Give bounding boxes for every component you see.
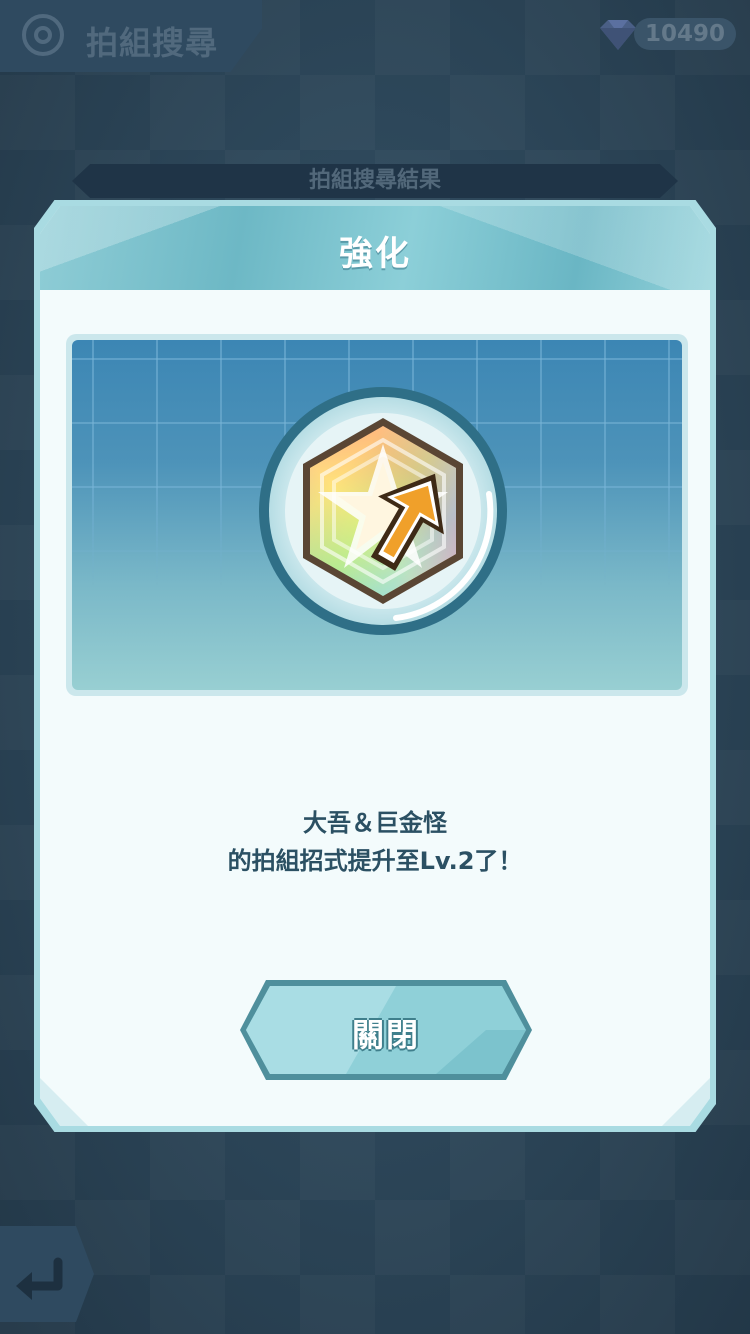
result-message: 大吾＆巨金怪 的拍組招式提升至Lv.2了！ [40,804,710,880]
move-level-up-badge-icon [259,387,507,635]
close-button-label: 關閉 [351,1016,420,1054]
screen-title-tab: 拍組搜尋 [0,0,262,72]
corner-decoration [40,1078,88,1126]
message-line-2: 的拍組招式提升至Lv.2了！ [227,847,523,875]
result-ribbon-label: 拍組搜尋結果 [308,168,441,193]
message-line-1: 大吾＆巨金怪 [303,809,447,837]
gem-counter: 10490 [594,14,740,54]
gem-count: 10490 [634,18,736,50]
result-dialog-body: 強化 大吾＆巨金怪 的拍組招式提升至Lv.2了！ 關閉 [40,206,710,1126]
back-button[interactable] [0,1226,96,1322]
gem-icon [600,20,636,50]
sync-pair-scout-icon [22,14,64,56]
dialog-title: 強化 [339,234,411,274]
close-button[interactable]: 關閉 [236,976,536,1084]
reward-panel [66,334,688,696]
result-dialog: 強化 大吾＆巨金怪 的拍組招式提升至Lv.2了！ 關閉 [34,200,716,1132]
corner-decoration [662,1078,710,1126]
screen-title: 拍組搜尋 [86,24,219,62]
reward-panel-image [72,340,682,690]
